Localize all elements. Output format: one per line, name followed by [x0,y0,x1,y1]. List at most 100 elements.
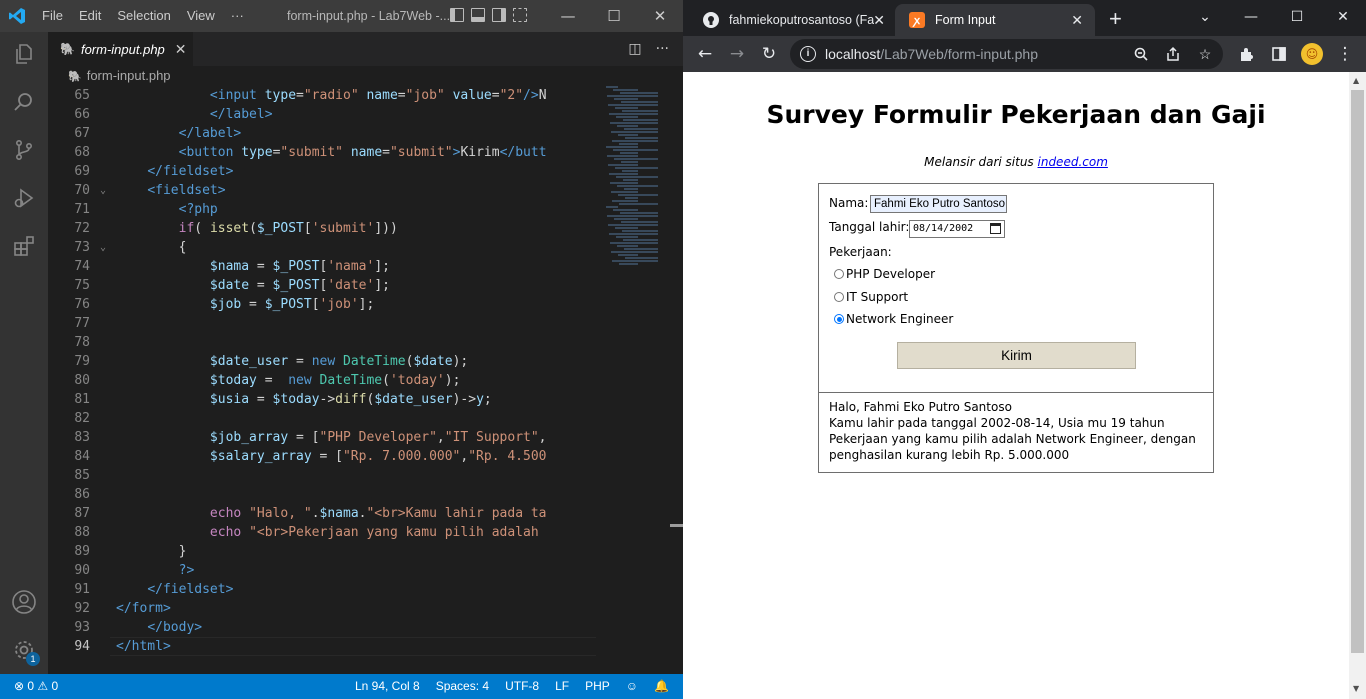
code-line[interactable]: 65 <input type="radio" name="job" value=… [48,86,608,105]
toggle-panel-icon[interactable] [471,8,485,22]
end-of-line[interactable]: LF [555,674,569,699]
explorer-icon[interactable] [8,38,40,70]
code-line[interactable]: 66 </label> [48,105,608,124]
source-control-icon[interactable] [8,134,40,166]
code-line[interactable]: 91 </fieldset> [48,580,608,599]
tab-close-icon[interactable]: ✕ [1071,12,1083,29]
code-line[interactable]: 85 [48,466,608,485]
code-line[interactable]: 94 </html> [48,637,608,656]
scroll-down-arrow-icon[interactable]: ▼ [1353,684,1359,693]
tab-close-icon[interactable]: ✕ [873,12,885,29]
customize-layout-icon[interactable] [513,8,527,22]
radio-label[interactable]: PHP Developer [846,267,935,281]
fold-chevron-icon[interactable]: ⌄ [100,238,106,257]
code-line[interactable]: 70 ⌄ <fieldset> [48,181,608,200]
minimize-icon[interactable]: — [1228,0,1274,34]
page-scrollbar-thumb[interactable] [1351,90,1364,653]
code-line[interactable]: 92 </form> [48,599,608,618]
menu-edit[interactable]: Edit [71,0,109,32]
forward-arrow-icon[interactable]: → [725,42,749,66]
new-tab-icon[interactable]: + [1109,6,1122,32]
code-line[interactable]: 84 $salary_array = ["Rp. 7.000.000","Rp.… [48,447,608,466]
site-info-icon[interactable]: i [800,46,816,62]
code-line[interactable]: 86 [48,485,608,504]
side-panel-icon[interactable] [1267,42,1291,66]
code-line[interactable]: 74 $nama = $_POST['nama']; [48,257,608,276]
code-line[interactable]: 90 ?> [48,561,608,580]
search-icon[interactable] [8,86,40,118]
maximize-icon[interactable]: ☐ [591,0,637,32]
code-line[interactable]: 77 [48,314,608,333]
maximize-icon[interactable]: ☐ [1274,0,1320,34]
tab-form-input[interactable]: 🐘 form-input.php ✕ [48,32,193,66]
code-line[interactable]: 82 [48,409,608,428]
nama-input[interactable]: Fahmi Eko Putro Santoso [870,195,1007,213]
scroll-up-arrow-icon[interactable]: ▲ [1353,76,1359,85]
code-line[interactable]: 69 </fieldset> [48,162,608,181]
problems-indicator[interactable]: ⊗ 0 ⚠ 0 [14,674,58,699]
code-line[interactable]: 75 $date = $_POST['date']; [48,276,608,295]
code-line[interactable]: 89 } [48,542,608,561]
code-line[interactable]: 71 <?php [48,200,608,219]
toggle-primary-sidebar-icon[interactable] [450,8,464,22]
accounts-icon[interactable] [8,586,40,618]
radio-label[interactable]: Network Engineer [846,312,953,326]
menu-more[interactable]: ··· [223,0,252,32]
code-line[interactable]: 72 if( isset($_POST['submit'])) [48,219,608,238]
back-arrow-icon[interactable]: ← [693,42,717,66]
code-line[interactable]: 83 $job_array = ["PHP Developer","IT Sup… [48,428,608,447]
code-line[interactable]: 67 </label> [48,124,608,143]
feedback-icon[interactable]: ☺ [626,674,638,699]
minimize-icon[interactable]: — [545,0,591,32]
source-link[interactable]: indeed.com [1038,155,1108,169]
code-editor[interactable]: 65 <input type="radio" name="job" value=… [48,86,683,674]
code-line[interactable]: 88 echo "<br>Pekerjaan yang kamu pilih a… [48,523,608,542]
code-line[interactable]: 76 $job = $_POST['job']; [48,295,608,314]
run-debug-icon[interactable] [8,182,40,214]
radio-network-engineer[interactable] [834,314,844,324]
menu-view[interactable]: View [179,0,223,32]
code-line[interactable]: 87 echo "Halo, ".$nama."<br>Kamu lahir p… [48,504,608,523]
page-scrollbar[interactable]: ▲ ▼ [1349,72,1366,699]
tab-form-input[interactable]: ꭗ Form Input ✕ [895,4,1095,36]
submit-button[interactable]: Kirim [897,342,1136,369]
reload-icon[interactable]: ↻ [757,42,781,66]
fold-chevron-icon[interactable]: ⌄ [100,181,106,200]
breadcrumb-file[interactable]: form-input.php [87,68,171,83]
bookmark-star-icon[interactable]: ☆ [1195,44,1215,64]
toggle-secondary-sidebar-icon[interactable] [492,8,506,22]
code-line[interactable]: 73 ⌄ { [48,238,608,257]
radio-php-developer[interactable] [834,269,844,279]
cursor-position[interactable]: Ln 94, Col 8 [355,674,420,699]
radio-label[interactable]: IT Support [846,290,908,304]
close-icon[interactable]: ✕ [1320,0,1366,34]
editor-scrollbar-thumb[interactable] [670,524,683,527]
encoding[interactable]: UTF-8 [505,674,539,699]
code-line[interactable]: 81 $usia = $today->diff($date_user)->y; [48,390,608,409]
date-input[interactable]: 08/14/2002 [909,220,1005,238]
extensions-puzzle-icon[interactable] [1235,42,1259,66]
language-mode[interactable]: PHP [585,674,610,699]
url-text[interactable]: localhost/Lab7Web/form-input.php [825,39,1038,69]
code-line[interactable]: 80 $today = new DateTime('today'); [48,371,608,390]
tab-github[interactable]: fahmiekoputrosantoso (Fa ✕ [689,4,897,36]
chrome-menu-icon[interactable]: ⋮ [1333,42,1357,66]
code-line[interactable]: 68 <button type="submit" name="submit">K… [48,143,608,162]
menu-file[interactable]: File [34,0,71,32]
extensions-icon[interactable] [8,230,40,262]
split-editor-icon[interactable]: ◫ [628,41,641,57]
editor-scrollbar[interactable] [670,86,683,674]
minimap[interactable] [600,86,670,286]
zoom-search-icon[interactable] [1131,44,1151,64]
tab-search-chevron-icon[interactable]: ⌄ [1182,0,1228,34]
code-line[interactable]: 78 [48,333,608,352]
radio-it-support[interactable] [834,292,844,302]
share-icon[interactable] [1163,44,1183,64]
more-actions-icon[interactable]: ··· [656,41,669,57]
notifications-bell-icon[interactable]: 🔔 [654,674,669,699]
profile-avatar[interactable]: ☺ [1301,43,1323,65]
indentation[interactable]: Spaces: 4 [436,674,489,699]
tab-close-icon[interactable]: ✕ [175,41,187,58]
calendar-icon[interactable] [990,223,1001,234]
code-line[interactable]: 93 </body> [48,618,608,637]
